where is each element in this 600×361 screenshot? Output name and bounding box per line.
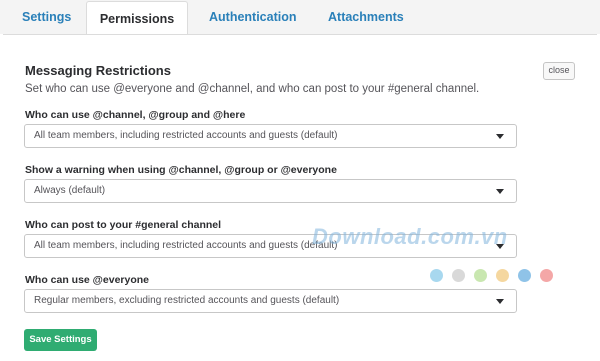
watermark-dot: [474, 269, 487, 282]
select-mention-warning[interactable]: Always (default): [24, 179, 517, 203]
watermark-dot: [452, 269, 465, 282]
section-title: Messaging Restrictions: [25, 63, 171, 78]
watermark-dot: [518, 269, 531, 282]
watermark-dot: [430, 269, 443, 282]
field-label-channel-mentions: Who can use @channel, @group and @here: [25, 109, 246, 121]
watermark-text: Download.com.vn: [312, 224, 508, 249]
field-label-general-posting: Who can post to your #general channel: [25, 219, 222, 231]
select-everyone-mention[interactable]: Regular members, excluding restricted ac…: [24, 289, 517, 313]
caret-down-icon: [496, 299, 504, 304]
watermark-dot: [540, 269, 553, 282]
tab-authentication[interactable]: Authentication: [209, 0, 297, 34]
permissions-panel: Messaging Restrictions Set who can use @…: [3, 34, 597, 361]
select-value: Regular members, excluding restricted ac…: [34, 295, 340, 306]
save-settings-button[interactable]: Save Settings: [24, 329, 97, 351]
caret-down-icon: [496, 189, 504, 194]
section-description: Set who can use @everyone and @channel, …: [25, 83, 480, 95]
select-value: Always (default): [34, 185, 106, 196]
field-label-mention-warning: Show a warning when using @channel, @gro…: [25, 164, 337, 176]
tab-permissions[interactable]: Permissions: [86, 1, 188, 37]
field-label-everyone-mention: Who can use @everyone: [25, 274, 150, 286]
select-channel-mentions[interactable]: All team members, including restricted a…: [24, 124, 517, 148]
watermark-dot: [496, 269, 509, 282]
tab-settings[interactable]: Settings: [22, 0, 71, 34]
close-button[interactable]: close: [543, 62, 575, 80]
tab-attachments[interactable]: Attachments: [328, 0, 404, 34]
select-value: All team members, including restricted a…: [34, 240, 338, 251]
select-value: All team members, including restricted a…: [34, 130, 338, 141]
tab-bar: Settings Permissions Authentication Atta…: [0, 0, 600, 37]
caret-down-icon: [496, 134, 504, 139]
